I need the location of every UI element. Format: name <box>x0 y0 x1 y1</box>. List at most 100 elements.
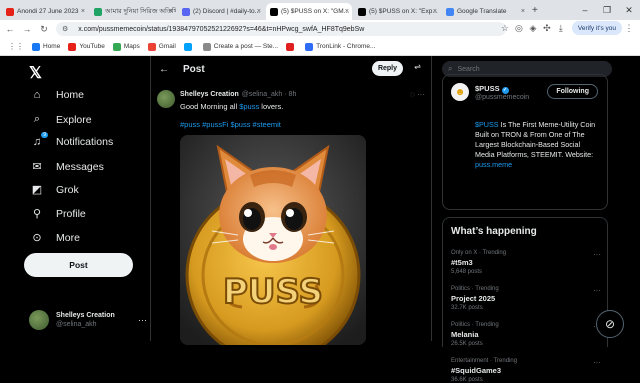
more-icon[interactable]: ··· <box>593 286 601 295</box>
trend-count: 36.6K posts <box>451 377 483 383</box>
bookmark-item[interactable]: Gmail <box>147 42 176 51</box>
trend-item[interactable]: Entertainment · Trending #SquidGame3 36.… <box>451 358 601 383</box>
main-header: ← Post Reply ⇌ <box>151 56 431 82</box>
more-icon: ⊙ <box>32 232 42 244</box>
bookmark-item[interactable]: TronLink - Chrome... <box>305 42 375 51</box>
bookmark-item[interactable]: Create a post — Ste... <box>202 42 278 51</box>
nav-label: Notifications <box>56 136 114 148</box>
notification-badge: 9 <box>41 132 48 138</box>
bookmark-item[interactable] <box>183 42 195 51</box>
browser-tab-active[interactable]: (5) $PUSS on X: "GM... × <box>266 3 352 20</box>
site-info-icon[interactable]: ⚙ <box>62 25 68 33</box>
download-icon[interactable]: ⤓ <box>554 23 568 34</box>
new-tab-icon[interactable]: + <box>532 5 538 16</box>
account-name: Shelleys Creation <box>56 311 115 319</box>
cashtag-link[interactable]: $puss <box>239 102 259 111</box>
menu-icon[interactable]: ⋮ <box>622 23 636 34</box>
address-bar[interactable]: ⚙ x.com/pussmemecoin/status/193847970525… <box>56 22 506 36</box>
grok-icon[interactable]: ◌ <box>410 90 415 99</box>
bookmark-item[interactable]: Maps <box>112 42 140 51</box>
youtube-favicon-icon <box>68 42 77 51</box>
more-icon[interactable]: ··· <box>138 315 147 325</box>
bookmark-item[interactable]: Home <box>32 42 61 51</box>
browser-tab[interactable]: Anondi 27 June 2023 × <box>2 3 88 20</box>
browser-tab[interactable]: আমার দুনিয়া সিরিজ অতিথি মো...× <box>90 3 176 20</box>
bookmark-item[interactable] <box>286 42 297 51</box>
back-icon[interactable]: ← <box>3 24 17 34</box>
close-icon[interactable]: × <box>81 8 85 15</box>
tweet-author-name[interactable]: Shelleys Creation <box>180 91 239 98</box>
trend-count: 5,648 posts <box>451 269 483 275</box>
maximize-icon[interactable]: ❐ <box>596 0 618 20</box>
back-arrow-icon[interactable]: ← <box>159 64 169 75</box>
verified-badge-icon: ✓ <box>501 87 509 94</box>
apps-icon[interactable]: ⋮⋮ <box>8 42 24 51</box>
trend-name: #t5m3 <box>451 258 473 267</box>
reply-button[interactable]: Reply <box>371 61 403 76</box>
trend-name: Project 2025 <box>451 294 496 303</box>
more-icon[interactable]: ··· <box>593 250 601 259</box>
close-icon[interactable]: × <box>257 8 261 15</box>
extension-icon[interactable]: ◈ <box>526 23 540 34</box>
trend-count: 32.7K posts <box>451 305 483 311</box>
site-favicon-icon <box>94 7 102 16</box>
nav-item-home[interactable]: ⌂ Home <box>29 89 84 101</box>
puzzle-icon[interactable]: ✣ <box>540 23 554 34</box>
tweet-hashtags[interactable]: #puss #pussFi $puss #steemit <box>180 120 425 129</box>
following-button[interactable]: Following <box>547 84 598 99</box>
minimize-icon[interactable]: – <box>574 0 596 20</box>
reload-icon[interactable]: ↻ <box>37 24 51 35</box>
tweet-header-icons: ◌ ··· <box>410 90 425 99</box>
tweet-media-image[interactable]: PUSS <box>180 135 366 345</box>
nav-label: Profile <box>56 207 86 220</box>
nav-item-messages[interactable]: ✉ Messages <box>29 160 103 174</box>
profile-handle: @pussmemecoin <box>475 94 530 101</box>
bell-icon: ♫ 9 <box>32 132 48 148</box>
close-icon[interactable]: × <box>521 8 525 15</box>
close-icon[interactable]: × <box>345 8 349 15</box>
toolbar-actions: ☆ ◎ ◈ ✣ ⤓ Verify it's you ⋮ <box>498 21 636 35</box>
browser-tab[interactable]: (5) $PUSS on X: "Exp... × <box>354 3 440 20</box>
section-title: What’s happening <box>451 226 537 237</box>
person-icon: ⚲ <box>32 208 42 220</box>
nav-item-more[interactable]: ⊙ More <box>29 231 80 245</box>
trend-item[interactable]: Politics · Trending Melania 26.5K posts … <box>451 322 601 347</box>
bookmark-star-icon[interactable]: ☆ <box>498 23 512 34</box>
youtube-favicon-icon <box>6 7 14 16</box>
profile-bio: $PUSS Is The First Meme-Utility Coin Bui… <box>475 120 599 170</box>
cashtag-link[interactable]: $PUSS <box>475 120 499 129</box>
more-icon[interactable]: ··· <box>417 90 425 99</box>
account-switcher[interactable]: Shelleys Creation @selina_akh ··· <box>29 310 147 330</box>
nav-item-explore[interactable]: ⌕ Explore <box>29 113 92 126</box>
trend-name: #SquidGame3 <box>451 366 502 375</box>
x-logo-icon[interactable]: 𝕏 <box>29 63 42 83</box>
close-window-icon[interactable]: ✕ <box>618 0 640 20</box>
search-placeholder: Search <box>457 65 480 73</box>
page-title: Post <box>183 63 205 75</box>
post-button[interactable]: Post <box>24 253 133 277</box>
close-icon[interactable]: × <box>169 8 173 15</box>
nav-label: More <box>56 231 80 244</box>
nav-item-profile[interactable]: ⚲ Profile <box>29 207 86 221</box>
browser-tab[interactable]: (2) Discord | #daily-to... × <box>178 3 264 20</box>
forward-icon[interactable]: → <box>20 24 34 34</box>
nav-label: Home <box>56 89 85 101</box>
bookmark-label: YouTube <box>79 43 105 50</box>
profile-name[interactable]: $PUSS ✓ <box>475 84 509 94</box>
grok-floating-button[interactable]: ⊘ <box>596 310 624 338</box>
nav-item-notifications[interactable]: ♫ 9 Notifications <box>29 132 114 148</box>
bookmark-item[interactable]: YouTube <box>68 42 105 51</box>
verify-profile-button[interactable]: Verify it's you <box>571 21 622 35</box>
trend-item[interactable]: Politics · Trending Project 2025 32.7K p… <box>451 286 601 311</box>
trend-item[interactable]: Only on X · Trending #t5m3 5,648 posts ·… <box>451 250 601 275</box>
nav-item-grok[interactable]: ◩ Grok <box>29 183 79 197</box>
avatar[interactable]: ☻ <box>451 83 469 101</box>
filter-icon[interactable]: ⇌ <box>414 62 421 71</box>
website-link[interactable]: puss.meme <box>475 160 512 169</box>
extension-icon[interactable]: ◎ <box>512 23 526 34</box>
avatar[interactable] <box>157 90 175 108</box>
more-icon[interactable]: ··· <box>593 358 601 367</box>
close-icon[interactable]: × <box>433 8 437 15</box>
browser-tab[interactable]: Google Translate × <box>442 3 528 20</box>
bookmark-label: Home <box>43 43 61 50</box>
